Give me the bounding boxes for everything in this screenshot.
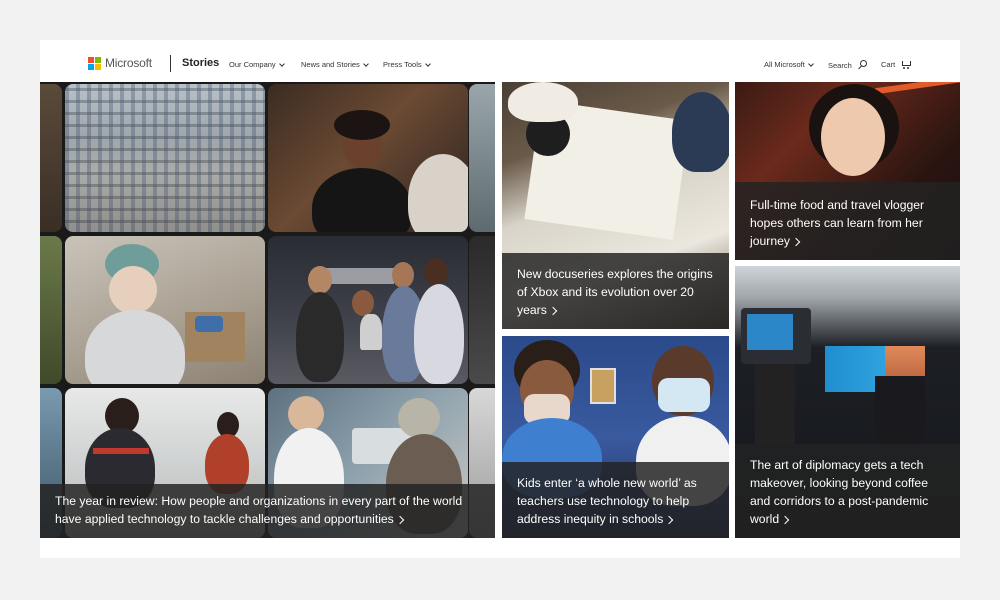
nav-label: Press Tools xyxy=(383,60,422,69)
collage-photo xyxy=(469,236,495,384)
story-caption: The art of diplomacy gets a tech makeove… xyxy=(735,444,960,538)
story-tile-teachers-technology[interactable]: Kids enter ‘a whole new world’ as teache… xyxy=(502,336,729,538)
header-divider xyxy=(170,55,171,72)
chevron-down-icon xyxy=(362,61,370,69)
cart-label: Cart xyxy=(881,60,896,69)
chevron-down-icon xyxy=(424,61,432,69)
story-tile-vlogger[interactable]: Full-time food and travel vlogger hopes … xyxy=(735,82,960,260)
search-label: Search xyxy=(828,60,852,70)
nav-label: Our Company xyxy=(229,60,276,69)
page-frame: Microsoft Stories Our Company News and S… xyxy=(40,40,960,558)
story-caption: New docuseries explores the origins of X… xyxy=(502,253,729,329)
story-tile-xbox-docuseries[interactable]: New docuseries explores the origins of X… xyxy=(502,82,729,329)
all-microsoft-label: All Microsoft xyxy=(764,60,805,69)
collage-photo xyxy=(40,84,62,232)
story-caption: Kids enter ‘a whole new world’ as teache… xyxy=(502,462,729,538)
brand-stories[interactable]: Stories xyxy=(182,57,219,69)
caption-text: New docuseries explores the origins of X… xyxy=(517,267,713,317)
nav-our-company[interactable]: Our Company xyxy=(229,60,286,69)
story-caption: Full-time food and travel vlogger hopes … xyxy=(735,182,960,260)
nav-news-and-stories[interactable]: News and Stories xyxy=(301,60,370,69)
chevron-right-icon xyxy=(793,237,801,245)
collage-photo xyxy=(40,236,62,384)
caption-text: The art of diplomacy gets a tech makeove… xyxy=(750,458,929,526)
chevron-down-icon xyxy=(278,61,286,69)
cart-icon xyxy=(901,60,912,69)
collage-photo-team-trophy xyxy=(268,236,468,384)
story-tile-diplomacy[interactable]: The art of diplomacy gets a tech makeove… xyxy=(735,266,960,538)
collage-photo-laughing-woman xyxy=(268,84,468,232)
collage-photo xyxy=(469,84,495,232)
search-icon xyxy=(857,60,867,70)
windows-logo-icon xyxy=(88,56,101,70)
chevron-right-icon xyxy=(397,515,405,523)
site-header: Microsoft Stories Our Company News and S… xyxy=(40,40,960,82)
nav-press-tools[interactable]: Press Tools xyxy=(383,60,432,69)
search-button[interactable]: Search xyxy=(828,60,867,70)
chevron-right-icon xyxy=(550,306,558,314)
collage-photo-health-worker xyxy=(65,236,265,384)
nav-label: News and Stories xyxy=(301,60,360,69)
chevron-down-icon xyxy=(807,61,815,69)
all-microsoft-menu[interactable]: All Microsoft xyxy=(764,60,815,69)
collage-photo-crowd xyxy=(65,84,265,232)
chevron-right-icon xyxy=(782,515,790,523)
logo-text: Microsoft xyxy=(105,56,152,70)
story-tile-year-in-review[interactable]: The year in review: How people and organ… xyxy=(40,82,495,538)
chevron-right-icon xyxy=(666,515,674,523)
cart-button[interactable]: Cart xyxy=(881,60,912,69)
caption-text: Full-time food and travel vlogger hopes … xyxy=(750,198,925,248)
microsoft-logo[interactable]: Microsoft xyxy=(88,56,152,70)
story-caption: The year in review: How people and organ… xyxy=(40,484,495,538)
